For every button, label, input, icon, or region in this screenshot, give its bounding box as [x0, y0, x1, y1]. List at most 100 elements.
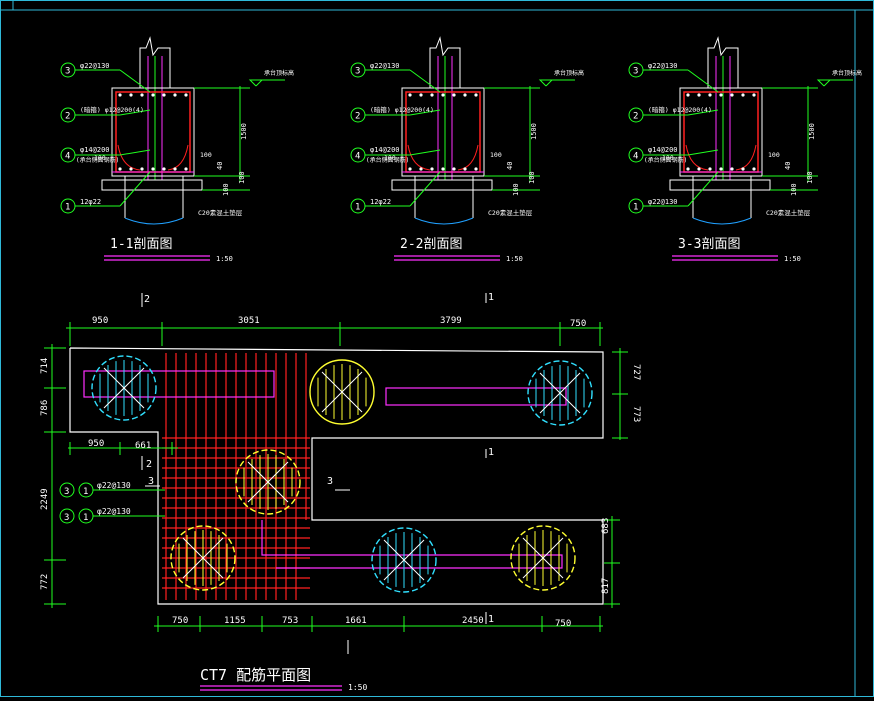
marker-label: 4	[65, 152, 70, 162]
cap-hook	[685, 144, 757, 171]
dim-b: 100	[806, 171, 814, 184]
cad-drawing-canvas[interactable]: 3 2 4 1 φ22@130 (暗箍) φ12@200(4) φ14@200 (承台侧面钢筋…	[0, 0, 874, 697]
dim-bottom-2: 1155	[224, 616, 246, 626]
top-bar-label: φ22@130	[80, 62, 110, 70]
dim-a: 100	[790, 183, 798, 196]
plan-title: CT7 配筋平面图	[200, 666, 311, 684]
marker-label: 2	[65, 112, 70, 122]
plan-scale: 1:50	[348, 683, 367, 692]
dim-height: 1500	[240, 123, 248, 140]
side-bar-label: φ14@200	[648, 146, 678, 154]
dim-c: 100	[768, 151, 780, 159]
elevation-label: 承台顶标高	[554, 69, 584, 77]
section-scale: 1:50	[784, 255, 801, 263]
top-bar-dot	[474, 93, 478, 97]
bottom-bar-dot	[697, 167, 701, 171]
strip-rebars	[83, 370, 567, 569]
top-bar-dot	[730, 93, 734, 97]
dim-d: 100	[384, 154, 396, 162]
cap-stirrup	[683, 91, 759, 173]
bottom-bar-label: φ22@130	[648, 198, 678, 206]
dim-d: 100	[662, 154, 674, 162]
top-bar-dot	[140, 93, 144, 97]
top-bar-dot	[419, 93, 423, 97]
top-bar-dot	[741, 93, 745, 97]
bottom-bar-dot	[129, 167, 133, 171]
bottom-bar-dot	[452, 167, 456, 171]
pile-break	[124, 217, 184, 225]
section-scale: 1:50	[506, 255, 523, 263]
top-bar-dot	[408, 93, 412, 97]
dim-mid-2: 661	[135, 441, 151, 451]
cap-outline	[401, 87, 485, 177]
marker-label: 1	[633, 203, 638, 213]
dim-right-3: 683	[601, 518, 611, 534]
bottom-bar-dot	[408, 167, 412, 171]
pile	[527, 360, 593, 426]
dim-b: 100	[528, 171, 536, 184]
marker-label: 1	[65, 203, 70, 213]
leader-line	[119, 149, 151, 156]
cad-viewport[interactable]: 3241φ22@130(暗箍) φ12@200(4)φ14@200(承台侧面钢筋…	[0, 0, 874, 697]
top-bar-dot	[752, 93, 756, 97]
callout-mark: 1	[83, 513, 88, 523]
top-bar-dot	[129, 93, 133, 97]
dim-bottom-4: 1661	[345, 616, 367, 626]
cushion-layer	[101, 179, 203, 191]
section-title: 2-2剖面图	[400, 237, 462, 252]
leader-line	[687, 69, 719, 93]
section-3: 3241φ22@130(暗箍) φ12@200(4)φ14@200(承台侧面钢筋…	[628, 36, 862, 263]
dim-b: 100	[238, 171, 246, 184]
bottom-bar-dot	[708, 167, 712, 171]
bottom-bar-dot	[752, 167, 756, 171]
top-bar-label: φ22@130	[648, 62, 678, 70]
dim-bottom-3: 753	[282, 616, 298, 626]
top-bar-label: φ22@130	[370, 62, 400, 70]
cap-stirrup	[115, 91, 191, 173]
dim-40: 40	[216, 162, 224, 170]
dim-left-2: 786	[40, 400, 50, 416]
top-bar-dot	[452, 93, 456, 97]
bottom-bar-label: 12φ22	[80, 198, 101, 206]
callout-mark: 3	[64, 487, 69, 497]
rebar-callout-2: 3 1 φ22@130	[59, 507, 165, 524]
stirrup-label: (暗箍) φ12@200(4)	[648, 105, 712, 114]
pile-break	[692, 217, 752, 225]
bottom-bar-dot	[419, 167, 423, 171]
top-bar-dot	[118, 93, 122, 97]
bottom-bar-dot	[719, 167, 723, 171]
top-bar-dot	[151, 93, 155, 97]
bottom-bar-dot	[463, 167, 467, 171]
bottom-bar-dot	[140, 167, 144, 171]
bottom-bar-dot	[474, 167, 478, 171]
dim-height: 1500	[530, 123, 538, 140]
dim-bottom-6: 750	[555, 619, 571, 629]
cap-stirrup	[405, 91, 481, 173]
pile	[91, 355, 157, 421]
cushion-layer	[669, 179, 771, 191]
cap-hook	[117, 144, 189, 171]
top-bar-dot	[686, 93, 690, 97]
bottom-bar-dot	[151, 167, 155, 171]
dim-top-4: 750	[570, 319, 586, 329]
cut-label: 2	[146, 459, 152, 470]
dim-a: 100	[222, 183, 230, 196]
top-bar-dot	[184, 93, 188, 97]
marker-label: 3	[65, 67, 70, 77]
cushion-label: C20素混土垫层	[766, 208, 811, 217]
top-bar-dot	[430, 93, 434, 97]
section-2: 3241φ22@130(暗箍) φ12@200(4)φ14@200(承台侧面钢筋…	[350, 36, 584, 263]
dim-40: 40	[784, 162, 792, 170]
callout-text: φ22@130	[97, 507, 131, 516]
bottom-bar-dot	[118, 167, 122, 171]
section-1: 3241φ22@130(暗箍) φ12@200(4)φ14@200(承台侧面钢筋…	[60, 36, 294, 263]
dim-c: 100	[490, 151, 502, 159]
dim-a: 100	[512, 183, 520, 196]
bottom-bar-dot	[184, 167, 188, 171]
stirrup-label: (暗箍) φ12@200(4)	[80, 105, 144, 114]
marker-label: 4	[355, 152, 360, 162]
elevation-symbol	[816, 79, 832, 87]
piles	[91, 355, 593, 593]
callout-mark: 1	[83, 487, 88, 497]
bottom-bar-dot	[162, 167, 166, 171]
